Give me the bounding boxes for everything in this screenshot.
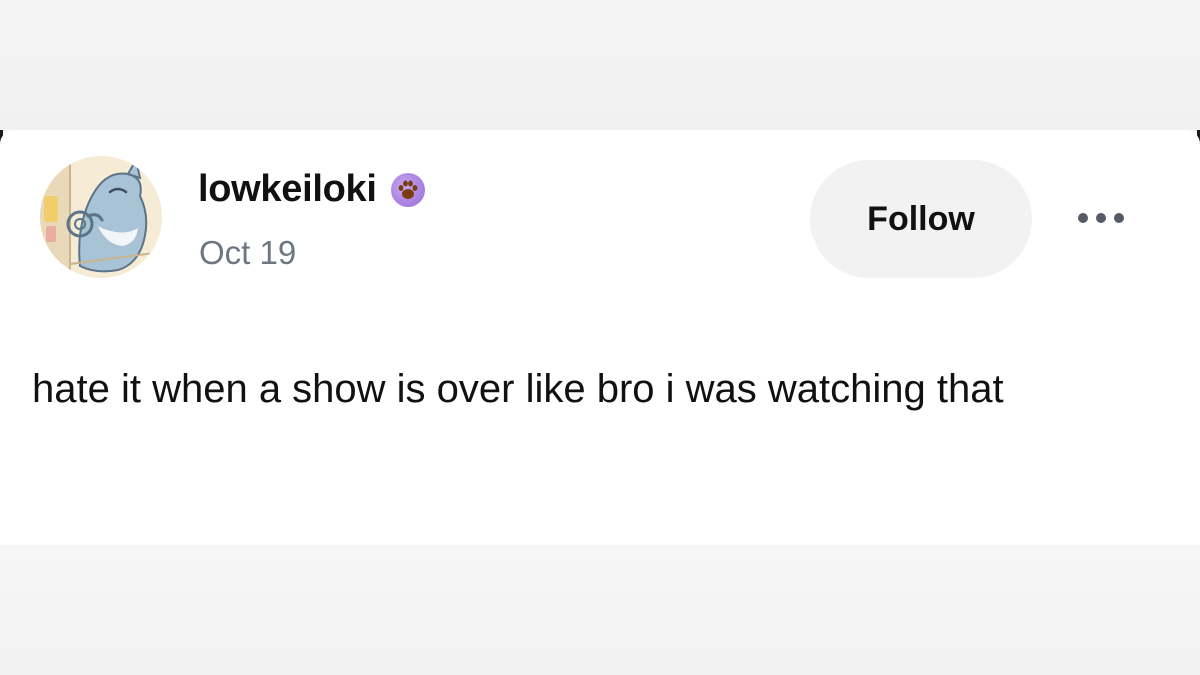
more-options-icon bbox=[1078, 213, 1088, 223]
paw-badge-icon bbox=[390, 172, 425, 207]
follow-button[interactable]: Follow bbox=[810, 160, 1032, 278]
avatar[interactable] bbox=[40, 156, 162, 278]
more-options-icon-dot bbox=[1096, 213, 1106, 223]
shark-avatar-icon bbox=[40, 156, 162, 278]
post-card: lowkeiloki Oct 19 Follow hate it when a … bbox=[0, 130, 1200, 545]
background-bottom bbox=[0, 545, 1200, 675]
more-options-icon-dot bbox=[1114, 213, 1124, 223]
post-body: hate it when a show is over like bro i w… bbox=[32, 367, 1004, 411]
username[interactable]: lowkeiloki bbox=[198, 168, 377, 211]
more-options-button[interactable] bbox=[1066, 198, 1136, 238]
post-date[interactable]: Oct 19 bbox=[199, 234, 296, 272]
username-row: lowkeiloki bbox=[198, 168, 425, 211]
background-top bbox=[0, 0, 1200, 130]
